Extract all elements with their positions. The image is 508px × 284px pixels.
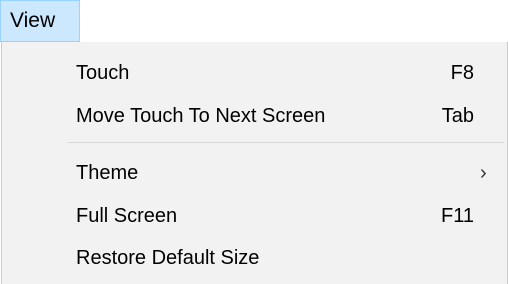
menu-bar: View bbox=[0, 0, 508, 43]
menu-item-touch[interactable]: Touch F8 bbox=[2, 54, 507, 92]
menu-item-shortcut: F8 bbox=[450, 62, 474, 84]
menu-item-theme[interactable]: Theme › bbox=[2, 154, 507, 192]
menu-item-move-touch-to-next-screen[interactable]: Move Touch To Next Screen Tab bbox=[2, 97, 507, 135]
menu-item-label: Touch bbox=[76, 62, 130, 84]
menu-item-shortcut: F11 bbox=[441, 205, 474, 227]
menu-item-label: Full Screen bbox=[76, 205, 178, 227]
menu-item-shortcut: Tab bbox=[441, 105, 474, 127]
view-menu-button[interactable]: View bbox=[0, 0, 80, 42]
view-dropdown-menu: Touch F8 Move Touch To Next Screen Tab T… bbox=[1, 42, 508, 284]
view-menu-label: View bbox=[10, 9, 56, 32]
chevron-right-icon: › bbox=[480, 162, 487, 184]
menu-item-label: Move Touch To Next Screen bbox=[76, 105, 326, 127]
menu-item-restore-default-size[interactable]: Restore Default Size bbox=[2, 239, 507, 277]
menu-item-label: Restore Default Size bbox=[76, 247, 260, 269]
menu-item-full-screen[interactable]: Full Screen F11 bbox=[2, 197, 507, 235]
menu-separator bbox=[68, 142, 504, 143]
menu-item-label: Theme bbox=[76, 162, 139, 184]
